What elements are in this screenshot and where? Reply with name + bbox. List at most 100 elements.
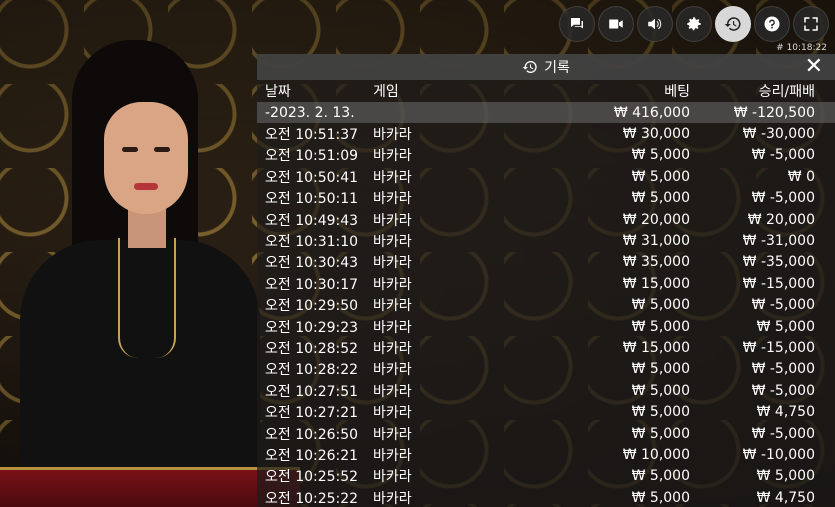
help-icon xyxy=(764,16,780,32)
history-row[interactable]: 오전 10:26:50 바카라 ₩ 5,000 ₩ -5,000 xyxy=(257,423,835,444)
row-result: ₩ -5,000 xyxy=(751,190,815,207)
table-header: 날짜 게임 베팅 승리/패배 xyxy=(257,80,835,102)
dealer-face xyxy=(104,102,188,214)
history-row[interactable]: 오전 10:27:51 바카라 ₩ 5,000 ₩ -5,000 xyxy=(257,380,835,401)
row-time: 오전 10:51:37 xyxy=(265,127,359,144)
row-bet: ₩ 15,000 xyxy=(622,339,690,356)
history-row[interactable]: 오전 10:51:09 바카라 ₩ 5,000 ₩ -5,000 xyxy=(257,145,835,166)
history-rows: 오전 10:51:37 바카라 ₩ 30,000 ₩ -30,000 오전 10:51:… xyxy=(257,123,835,507)
row-game: 바카라 xyxy=(373,169,412,186)
date-summary-row[interactable]: -2023. 2. 13. ₩ 416,000 ₩ -120,500 xyxy=(257,102,835,124)
history-row[interactable]: 오전 10:30:43 바카라 ₩ 35,000 ₩ -35,000 xyxy=(257,252,835,273)
history-panel-header: 기록 ✕ xyxy=(257,54,835,80)
history-row[interactable]: 오전 10:28:52 바카라 ₩ 15,000 ₩ -15,000 xyxy=(257,337,835,358)
fullscreen-icon xyxy=(804,17,818,31)
row-result: ₩ -5,000 xyxy=(751,361,815,378)
row-time: 오전 10:50:41 xyxy=(265,169,359,186)
column-date: 날짜 xyxy=(265,84,291,100)
row-result: ₩ 0 xyxy=(787,168,815,185)
row-time: 오전 10:26:21 xyxy=(265,447,359,464)
settings-button[interactable] xyxy=(676,6,712,42)
history-button[interactable] xyxy=(715,6,751,42)
close-button[interactable]: ✕ xyxy=(805,56,823,78)
row-bet: ₩ 5,000 xyxy=(631,168,690,185)
row-time: 오전 10:26:50 xyxy=(265,426,359,443)
fullscreen-button[interactable] xyxy=(793,6,829,42)
row-bet: ₩ 5,000 xyxy=(631,425,690,442)
row-game: 바카라 xyxy=(373,212,412,229)
column-game: 게임 xyxy=(373,84,399,100)
row-time: 오전 10:28:52 xyxy=(265,340,359,357)
row-bet: ₩ 5,000 xyxy=(631,468,690,485)
row-time: 오전 10:30:43 xyxy=(265,255,359,272)
row-game: 바카라 xyxy=(373,234,412,251)
dealer-collar xyxy=(118,238,176,358)
row-game: 바카라 xyxy=(373,340,412,357)
video-button[interactable] xyxy=(598,6,634,42)
row-game: 바카라 xyxy=(373,276,412,293)
row-game: 바카라 xyxy=(373,319,412,336)
history-row[interactable]: 오전 10:25:22 바카라 ₩ 5,000 ₩ 4,750 xyxy=(257,487,835,507)
video-icon xyxy=(609,19,623,29)
summary-bet: ₩ 416,000 xyxy=(613,104,690,121)
column-bet: 베팅 xyxy=(664,84,690,100)
row-game: 바카라 xyxy=(373,255,412,272)
row-game: 바카라 xyxy=(373,447,412,464)
row-time: 오전 10:50:11 xyxy=(265,191,359,208)
history-row[interactable]: 오전 10:27:21 바카라 ₩ 5,000 ₩ 4,750 xyxy=(257,401,835,422)
dealer-eye xyxy=(122,147,138,152)
row-time: 오전 10:27:21 xyxy=(265,405,359,422)
volume-icon xyxy=(648,18,662,30)
row-game: 바카라 xyxy=(373,191,412,208)
history-row[interactable]: 오전 10:29:23 바카라 ₩ 5,000 ₩ 5,000 xyxy=(257,316,835,337)
row-game: 바카라 xyxy=(373,490,412,507)
row-bet: ₩ 5,000 xyxy=(631,297,690,314)
row-game: 바카라 xyxy=(373,148,412,165)
history-row[interactable]: 오전 10:31:10 바카라 ₩ 31,000 ₩ -31,000 xyxy=(257,230,835,251)
row-bet: ₩ 5,000 xyxy=(631,147,690,164)
history-row[interactable]: 오전 10:25:52 바카라 ₩ 5,000 ₩ 5,000 xyxy=(257,466,835,487)
table-felt xyxy=(0,467,300,507)
row-result: ₩ -5,000 xyxy=(751,297,815,314)
row-result: ₩ -5,000 xyxy=(751,382,815,399)
row-result: ₩ -15,000 xyxy=(742,275,815,292)
row-result: ₩ -35,000 xyxy=(742,254,815,271)
history-row[interactable]: 오전 10:50:11 바카라 ₩ 5,000 ₩ -5,000 xyxy=(257,188,835,209)
history-row[interactable]: 오전 10:26:21 바카라 ₩ 10,000 ₩ -10,000 xyxy=(257,444,835,465)
summary-date: -2023. 2. 13. xyxy=(265,104,355,121)
row-time: 오전 10:29:23 xyxy=(265,319,359,336)
row-time: 오전 10:27:51 xyxy=(265,383,359,400)
history-icon xyxy=(724,17,741,31)
row-time: 오전 10:30:17 xyxy=(265,276,359,293)
row-time: 오전 10:29:50 xyxy=(265,298,359,315)
history-row[interactable]: 오전 10:29:50 바카라 ₩ 5,000 ₩ -5,000 xyxy=(257,295,835,316)
row-result: ₩ 4,750 xyxy=(756,489,815,506)
chat-button[interactable] xyxy=(559,6,595,42)
row-time: 오전 10:49:43 xyxy=(265,212,359,229)
history-row[interactable]: 오전 10:30:17 바카라 ₩ 15,000 ₩ -15,000 xyxy=(257,273,835,294)
row-time: 오전 10:25:22 xyxy=(265,490,359,507)
row-result: ₩ 4,750 xyxy=(756,404,815,421)
history-icon xyxy=(522,60,537,73)
history-row[interactable]: 오전 10:28:22 바카라 ₩ 5,000 ₩ -5,000 xyxy=(257,359,835,380)
history-row[interactable]: 오전 10:50:41 바카라 ₩ 5,000 ₩ 0 xyxy=(257,166,835,187)
column-result: 승리/패배 xyxy=(758,84,815,100)
chat-icon xyxy=(571,18,583,29)
clock-label: # 10:18:22 xyxy=(776,43,827,53)
row-game: 바카라 xyxy=(373,127,412,144)
row-game: 바카라 xyxy=(373,405,412,422)
history-row[interactable]: 오전 10:49:43 바카라 ₩ 20,000 ₩ 20,000 xyxy=(257,209,835,230)
row-result: ₩ -5,000 xyxy=(751,425,815,442)
volume-button[interactable] xyxy=(637,6,673,42)
help-button[interactable] xyxy=(754,6,790,42)
row-bet: ₩ 5,000 xyxy=(631,404,690,421)
row-result: ₩ -30,000 xyxy=(742,126,815,143)
row-game: 바카라 xyxy=(373,298,412,315)
row-bet: ₩ 20,000 xyxy=(622,211,690,228)
row-result: ₩ -10,000 xyxy=(742,446,815,463)
history-title-text: 기록 xyxy=(544,60,570,76)
row-result: ₩ 5,000 xyxy=(756,468,815,485)
gear-icon xyxy=(687,17,701,31)
row-time: 오전 10:51:09 xyxy=(265,148,359,165)
history-row[interactable]: 오전 10:51:37 바카라 ₩ 30,000 ₩ -30,000 xyxy=(257,123,835,144)
